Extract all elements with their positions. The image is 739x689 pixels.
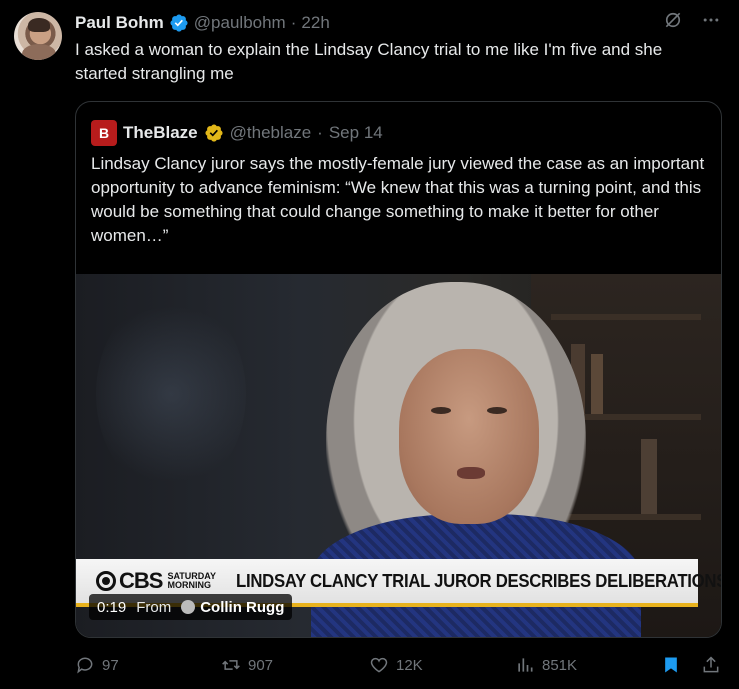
action-bar: 97 907 12K 851K [75,651,725,679]
bookmark-button[interactable] [661,655,701,675]
verified-gold-badge-icon [205,124,223,142]
like-icon [370,657,388,673]
verified-badge-icon [170,14,188,32]
quoted-tweet[interactable]: B TheBlaze @theblaze · Sep 14 Lindsay Cl… [75,101,722,638]
theblaze-avatar[interactable]: B [91,120,117,146]
source-avatar [181,600,196,614]
author-handle[interactable]: @paulbohm [194,13,286,33]
views-button[interactable]: 851K [515,655,661,675]
video-source-name[interactable]: Collin Rugg [200,599,284,616]
video-player[interactable]: CBS SATURDAY MORNING LINDSAY CLANCY TRIA… [76,274,721,637]
like-button[interactable]: 12K [369,655,515,675]
like-count: 12K [396,656,423,674]
reply-icon [77,657,93,674]
video-source[interactable]: Collin Rugg [181,599,284,616]
author-avatar[interactable] [14,12,62,60]
repost-count: 907 [248,656,274,674]
reply-count: 97 [102,656,119,674]
share-button[interactable] [701,655,725,675]
quote-header: B TheBlaze @theblaze · Sep 14 [91,120,383,146]
news-headline: LINDSAY CLANCY TRIAL JUROR DESCRIBES DEL… [235,570,721,591]
network-name: CBS [119,568,163,593]
author-name[interactable]: Paul Bohm [75,13,164,33]
time-separator: · [290,13,297,32]
share-icon [703,656,719,673]
cbs-logo: CBS SATURDAY MORNING [96,568,216,594]
video-from-label: From [136,598,172,616]
quote-text: Lindsay Clancy juror says the mostly-fem… [91,154,705,245]
quote-separator: · [317,123,323,142]
video-duration: 0:19 [97,598,127,616]
cbs-eye-icon [96,571,116,591]
video-meta: 0:19 From Collin Rugg [89,594,293,620]
quote-author-handle[interactable]: @theblaze [230,123,312,143]
repost-button[interactable]: 907 [221,655,369,675]
grok-icon[interactable] [663,10,683,30]
repost-icon [222,660,240,670]
more-icon[interactable] [701,10,721,30]
show-line-2: MORNING [167,580,211,590]
tweet-text: I asked a woman to explain the Lindsay C… [75,40,663,83]
quote-date[interactable]: Sep 14 [329,123,383,143]
view-count: 851K [542,656,578,674]
reply-button[interactable]: 97 [75,655,221,675]
tweet-time[interactable]: 22h [301,13,329,33]
video-person-face [399,349,539,524]
quote-author-name[interactable]: TheBlaze [123,123,198,143]
tweet-header: Paul Bohm @paulbohm · 22h [75,12,330,34]
bookmark-icon [665,657,677,673]
views-icon [518,658,533,672]
